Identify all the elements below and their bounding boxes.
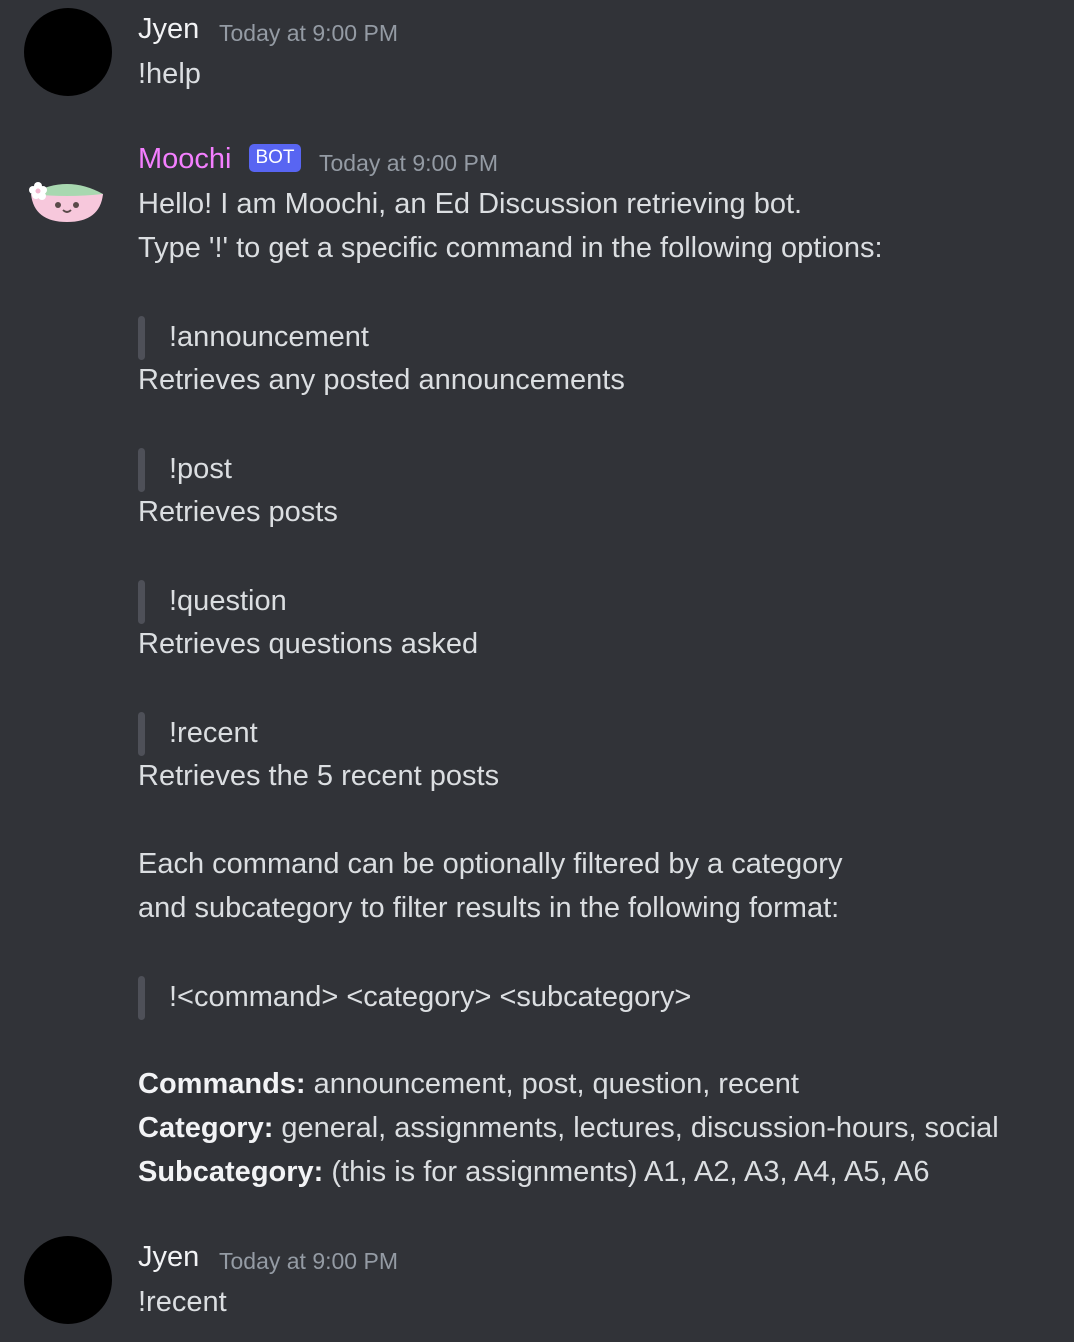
- avatar-moochi[interactable]: [28, 176, 106, 226]
- command-description: Retrieves any posted announcements: [138, 364, 625, 396]
- command-description: Retrieves the 5 recent posts: [138, 760, 500, 792]
- quote-bar: [138, 976, 145, 1020]
- detail-label: Commands:: [138, 1068, 306, 1100]
- avatar-jyen[interactable]: [24, 1236, 112, 1324]
- filter-text-line: and subcategory to filter results in the…: [138, 892, 840, 924]
- detail-value: announcement, post, question, recent: [313, 1068, 799, 1100]
- detail-commands: Commands: announcement, post, question, …: [138, 1066, 799, 1102]
- command-description: Retrieves posts: [138, 496, 338, 528]
- detail-subcategory: Subcategory: (this is for assignments) A…: [138, 1154, 929, 1190]
- intro-line: Hello! I am Moochi, an Ed Discussion ret…: [138, 188, 803, 220]
- command-name: !recent: [169, 717, 258, 749]
- detail-label: Category:: [138, 1112, 274, 1144]
- quote-bar: [138, 712, 145, 756]
- intro-line: Type '!' to get a specific command in th…: [138, 232, 883, 264]
- bot-badge: BOT: [249, 144, 301, 172]
- message-content: !help: [138, 58, 201, 90]
- quote-bar: [138, 316, 145, 360]
- message-content: !recent: [138, 1286, 227, 1318]
- detail-category: Category: general, assignments, lectures…: [138, 1110, 999, 1146]
- detail-value: general, assignments, lectures, discussi…: [281, 1112, 999, 1144]
- command-name: !question: [169, 585, 287, 617]
- moochi-mochi-avatar-icon: [29, 182, 103, 222]
- timestamp[interactable]: Today at 9:00 PM: [319, 150, 498, 177]
- timestamp[interactable]: Today at 9:00 PM: [219, 1248, 398, 1275]
- author-name[interactable]: Jyen: [138, 1241, 199, 1274]
- detail-label: Subcategory:: [138, 1156, 324, 1188]
- quote-bar: [138, 580, 145, 624]
- command-name: !announcement: [169, 321, 369, 353]
- quote-bar: [138, 448, 145, 492]
- avatar-jyen[interactable]: [24, 8, 112, 96]
- author-name[interactable]: Jyen: [138, 13, 199, 46]
- command-description: Retrieves questions asked: [138, 628, 479, 660]
- format-example: !<command> <category> <subcategory>: [169, 981, 692, 1013]
- author-name[interactable]: Moochi: [138, 143, 232, 176]
- detail-value: (this is for assignments) A1, A2, A3, A4…: [331, 1156, 930, 1188]
- filter-text-line: Each command can be optionally filtered …: [138, 848, 843, 880]
- command-name: !post: [169, 453, 232, 485]
- timestamp[interactable]: Today at 9:00 PM: [219, 20, 398, 47]
